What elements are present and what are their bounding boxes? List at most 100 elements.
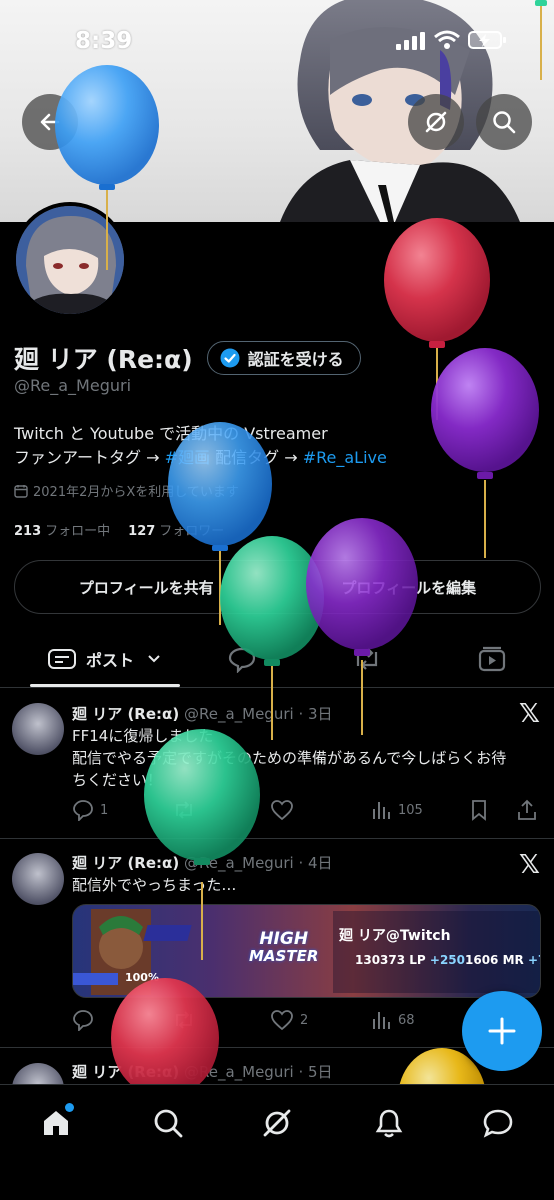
bio-prefix: ファンアートタグ → xyxy=(14,448,165,467)
mr-value: 1606 MR xyxy=(465,953,524,967)
bio-hashtag-fanart[interactable]: #廻画 xyxy=(165,448,210,467)
verified-badge-icon xyxy=(220,348,240,368)
status-bar: 8:39 xyxy=(0,0,554,80)
like-button[interactable]: 2 xyxy=(270,1009,308,1031)
follow-stats: 213 フォロー中 127 フォロワー xyxy=(14,520,224,539)
chat-bubble-icon xyxy=(483,1109,513,1138)
reply-icon xyxy=(73,800,93,821)
tab-posts[interactable]: ポスト xyxy=(0,630,180,687)
views-icon xyxy=(373,802,390,819)
compose-post-button[interactable] xyxy=(462,991,542,1071)
nav-messages[interactable] xyxy=(473,1103,523,1143)
bio-hashtag-stream[interactable]: #Re_aLive xyxy=(303,448,387,467)
nav-home[interactable] xyxy=(31,1103,81,1143)
share-profile-button[interactable]: プロフィールを共有 xyxy=(15,561,278,613)
post-avatar[interactable] xyxy=(12,703,64,755)
repost-button[interactable] xyxy=(172,799,196,821)
tab-replies[interactable] xyxy=(180,630,305,687)
like-count: 2 xyxy=(300,1012,309,1028)
rank-line-1: HIGH xyxy=(259,929,309,949)
repost-button[interactable] xyxy=(172,1009,196,1031)
mr-row: 1606 MR +7 xyxy=(465,953,540,967)
repost-icon xyxy=(176,801,192,819)
search-icon xyxy=(154,1109,183,1138)
heart-icon xyxy=(271,1010,293,1031)
joined-date-text: 2021年2月からXを利用しています xyxy=(33,485,239,500)
followers-label: フォロワー xyxy=(159,524,225,539)
plus-icon xyxy=(488,1017,516,1045)
views-count: 68 xyxy=(398,1012,415,1028)
nav-notifications[interactable] xyxy=(364,1103,414,1143)
balloon-purple-right xyxy=(431,348,539,558)
followers-link[interactable]: 127 フォロワー xyxy=(128,520,224,539)
post-author-name: 廻 リア (Re:α) xyxy=(72,854,180,872)
lp-delta: +250 xyxy=(429,953,466,967)
back-button[interactable] xyxy=(22,94,78,150)
mr-delta: +7 xyxy=(527,953,540,967)
followers-count: 127 xyxy=(128,524,156,539)
share-button[interactable] xyxy=(516,799,538,821)
post-text: 配信外でやっちまった… xyxy=(72,874,542,896)
search-button[interactable] xyxy=(476,94,532,150)
bookmark-button[interactable] xyxy=(468,799,490,821)
tab-posts-label: ポスト xyxy=(85,650,134,670)
reply-tab-icon xyxy=(229,647,256,673)
like-button[interactable] xyxy=(270,799,300,821)
views-icon xyxy=(373,1012,390,1029)
nav-grok[interactable] xyxy=(252,1103,302,1143)
post-text-line: 配信でやる予定ですがそのための準備があるんで今しばらくお待 xyxy=(72,749,507,767)
tab-media[interactable] xyxy=(429,630,554,687)
post-avatar[interactable] xyxy=(12,853,64,905)
tab-reposts[interactable] xyxy=(305,630,430,687)
repost-tab-icon xyxy=(356,647,378,670)
share-icon xyxy=(518,799,536,820)
nav-search[interactable] xyxy=(143,1103,193,1143)
grok-icon xyxy=(425,111,447,133)
following-count: 213 xyxy=(14,524,42,539)
posts-tab-icon xyxy=(47,648,76,669)
post-item[interactable]: 廻 リア (Re:α) @Re_a_Meguri · 3日 𝕏 FF14に復帰し… xyxy=(0,689,554,839)
bio-line-2: ファンアートタグ → #廻画 配信タグ → #Re_aLive xyxy=(14,446,387,470)
get-verified-button[interactable]: 認証を受ける xyxy=(206,341,361,375)
profile-avatar[interactable] xyxy=(12,202,128,318)
edit-profile-button[interactable]: プロフィールを編集 xyxy=(278,561,541,613)
views-button[interactable]: 68 xyxy=(370,1009,415,1031)
battery-icon xyxy=(468,31,506,49)
profile-name: 廻 リア (Re:α) xyxy=(14,345,193,374)
grok-button[interactable] xyxy=(408,94,464,150)
following-label: フォロー中 xyxy=(45,524,111,539)
profile-name-row: 廻 リア (Re:α) 認証を受ける xyxy=(14,340,361,376)
post-header: 廻 リア (Re:α) @Re_a_Meguri · 5日 xyxy=(72,1061,333,1082)
following-link[interactable]: 213 フォロー中 xyxy=(14,520,110,539)
profile-action-bar: プロフィールを共有 プロフィールを編集 xyxy=(14,560,541,614)
reply-button[interactable] xyxy=(72,1009,94,1031)
lp-value: 130373 LP xyxy=(355,953,426,967)
post-text-line: 配信外でやっちまった… xyxy=(72,876,237,894)
bookmark-icon xyxy=(472,800,486,821)
views-count: 105 xyxy=(398,802,423,818)
rank-line-2: MASTER xyxy=(249,947,319,965)
wifi-icon xyxy=(434,30,460,49)
bio-mid: 配信タグ → xyxy=(210,448,303,467)
reply-button[interactable]: 1 xyxy=(72,799,108,821)
progress-percent: 100% xyxy=(125,971,159,984)
get-verified-label: 認証を受ける xyxy=(247,350,344,369)
player-name: 廻 リア@Twitch xyxy=(339,928,451,944)
post-meta: @Re_a_Meguri · 3日 xyxy=(183,705,333,723)
bio-line-1: Twitch と Youtube で活動中の Vstreamer xyxy=(14,424,328,443)
post-text-line: FF14に復帰しました xyxy=(72,727,214,745)
post-media-image[interactable]: HIGH MASTER 廻 リア@Twitch 130373 LP +250 1… xyxy=(72,904,541,998)
repost-icon xyxy=(176,1011,192,1029)
post-author-name: 廻 リア (Re:α) xyxy=(72,1063,180,1081)
chevron-down-icon xyxy=(148,654,160,662)
arrow-left-icon xyxy=(40,113,60,131)
joined-date: 2021年2月からXを利用しています xyxy=(14,481,239,500)
status-time: 8:39 xyxy=(75,28,133,54)
lp-row: 130373 LP +250 xyxy=(355,953,465,967)
balloon-red-right xyxy=(384,218,490,420)
views-button[interactable]: 105 xyxy=(370,799,423,821)
post-header: 廻 リア (Re:α) @Re_a_Meguri · 4日 xyxy=(72,852,333,873)
post-header: 廻 リア (Re:α) @Re_a_Meguri · 3日 xyxy=(72,703,333,724)
heart-icon xyxy=(271,800,293,821)
bell-icon xyxy=(375,1109,403,1138)
